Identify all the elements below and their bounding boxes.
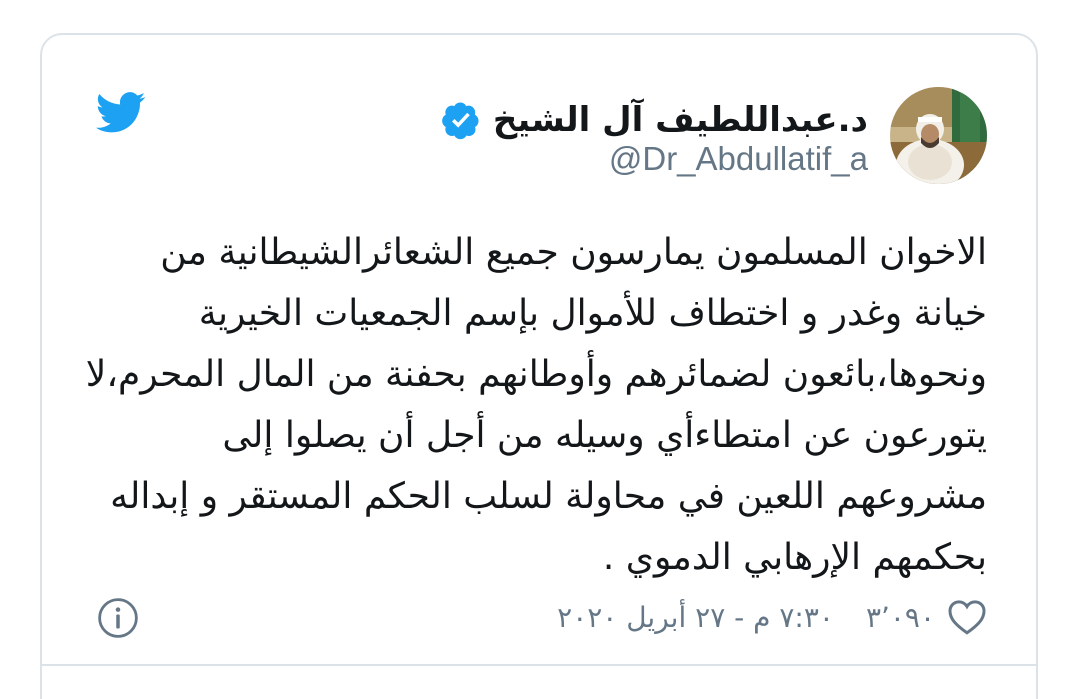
author-display-name: د.عبداللطيف آل الشيخ	[492, 100, 868, 140]
tweet-line: الاخوان المسلمون يمارسون جميع الشعائرالش…	[160, 232, 987, 273]
profile-photo	[890, 87, 987, 184]
like-count: ٣٬٠٩٠	[865, 600, 935, 634]
info-icon[interactable]	[97, 597, 139, 639]
tweet-line: مشروعهم اللعين في محاولة لسلب الحكم المس…	[110, 476, 987, 517]
card-divider	[42, 664, 1038, 666]
heart-icon[interactable]	[947, 598, 987, 636]
tweet-text: الاخوان المسلمون يمارسون جميع الشعائرالش…	[60, 222, 987, 588]
author-name-row[interactable]: د.عبداللطيف آل الشيخ	[441, 96, 868, 144]
tweet-timestamp[interactable]: ٧:٣٠ م - ٢٧ أبريل ٢٠٢٠	[557, 601, 834, 634]
verified-badge-icon	[442, 102, 479, 140]
tweet-line: ونحوها،بائعون لضمائرهم وأوطانهم بحفنة من…	[85, 354, 987, 395]
tweet-line: يتورعون عن امتطاءأي وسيله من أجل أن يصلو…	[222, 415, 987, 456]
tweet-footer: ٣٬٠٩٠ ٧:٣٠ م - ٢٧ أبريل ٢٠٢٠	[557, 596, 987, 638]
tweet-line: بحكمهم الإرهابي الدموي .	[602, 537, 987, 578]
author-handle[interactable]: @Dr_Abdullatif_a	[609, 140, 868, 178]
tweet-line: خيانة وغدر و اختطاف للأموال بإسم الجمعيا…	[198, 293, 987, 334]
avatar[interactable]	[890, 87, 987, 184]
twitter-bird-icon[interactable]	[96, 92, 146, 134]
